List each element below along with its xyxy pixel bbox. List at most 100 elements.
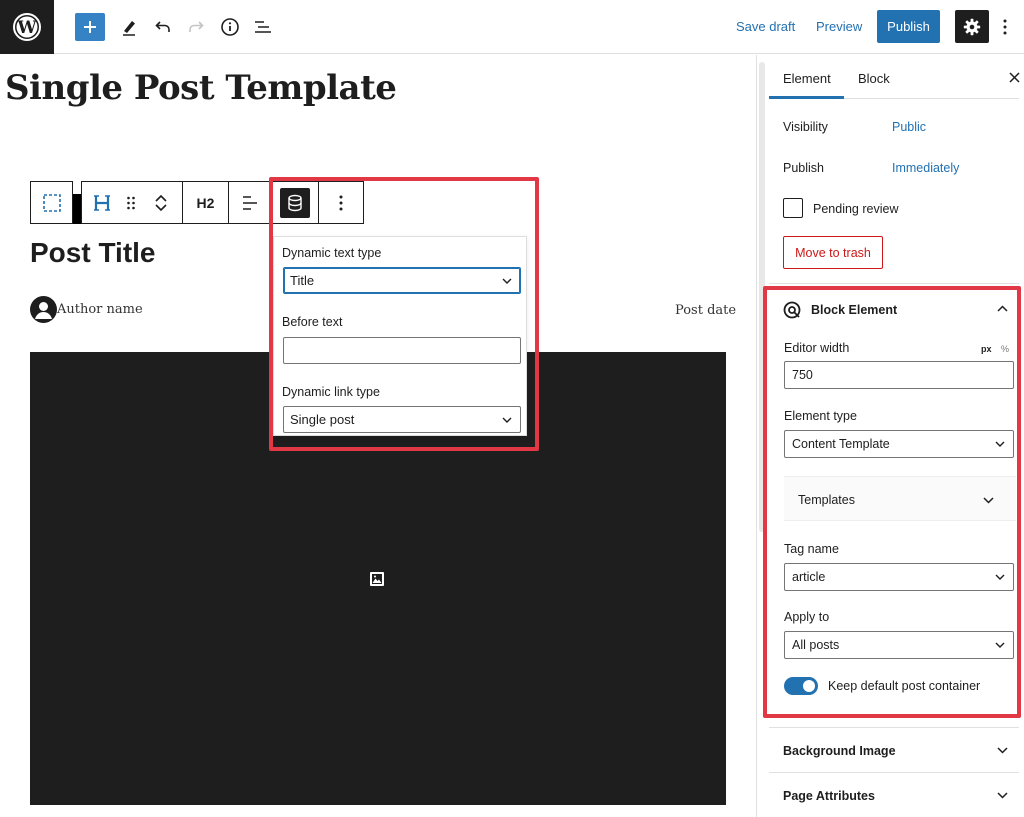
unit-percent-toggle[interactable]: % [1001,344,1009,354]
templates-panel-toggle[interactable]: Templates [784,476,1016,521]
keep-default-container-toggle[interactable] [784,677,818,695]
chevron-down-icon [983,497,994,504]
pencil-icon [123,21,135,36]
move-to-trash-button[interactable]: Move to trash [783,236,883,269]
chevron-down-icon [155,203,167,211]
sidebar-scrollbar[interactable] [759,62,765,532]
dynamic-data-popover: Dynamic text type Title Before text Dyna… [273,236,527,436]
publish-button[interactable]: Publish [877,10,940,43]
chevron-down-icon [995,642,1005,648]
post-title-heading[interactable]: Post Title [30,237,156,269]
editor-width-label: Editor width [784,341,850,355]
heading-level-button[interactable]: H2 [183,182,228,223]
block-element-title: Block Element [811,303,898,317]
block-toolbar: H2 [30,181,364,224]
svg-text:W: W [16,18,37,38]
user-icon [35,302,52,319]
dynamic-text-type-select[interactable]: Title [283,267,521,294]
drag-handle[interactable] [122,182,140,223]
redo-button[interactable] [181,13,211,41]
panel-divider [769,727,1019,728]
save-draft-button[interactable]: Save draft [736,19,795,34]
close-icon [1008,71,1020,83]
plus-icon [84,21,96,33]
move-buttons[interactable] [140,182,182,223]
add-block-button[interactable] [75,13,105,41]
info-icon [221,18,239,36]
settings-sidebar: Element Block Visibility Public Publish … [756,55,1024,817]
publish-date-toggle[interactable]: Immediately [892,161,959,175]
block-controls-group: H2 [81,181,364,224]
list-view-button[interactable] [248,13,278,41]
element-type-select[interactable]: Content Template [784,430,1014,458]
undo-icon [155,21,170,32]
page-attributes-title: Page Attributes [783,789,875,803]
pending-review-label[interactable]: Pending review [813,202,898,216]
apply-to-select[interactable]: All posts [784,631,1014,659]
panel-divider [769,283,1019,284]
templates-label: Templates [798,493,855,507]
more-vertical-icon [1003,19,1007,35]
apply-to-label: Apply to [784,610,830,624]
undo-button[interactable] [148,13,178,41]
details-button[interactable] [215,13,245,41]
unit-px-toggle[interactable]: px [981,344,992,354]
dynamic-data-button[interactable] [272,182,318,223]
align-button[interactable] [229,182,271,223]
tools-button[interactable] [114,13,144,41]
visibility-toggle[interactable]: Public [892,120,926,134]
gear-icon [963,18,981,35]
dynamic-text-type-value: Title [290,273,315,288]
select-parent-button[interactable] [31,182,72,223]
dynamic-data-button-bg [280,187,310,218]
image-icon [369,571,385,587]
block-type-button[interactable] [82,182,122,223]
dynamic-link-type-value: Single post [290,412,355,427]
chevron-down-icon [995,441,1005,447]
tag-name-value: article [792,570,826,584]
select-parent-group [30,181,73,224]
drag-handle-icon [127,196,135,209]
chevron-down-icon [502,417,512,423]
settings-button[interactable] [955,10,989,43]
author-name[interactable]: Author name [57,302,143,317]
publish-label: Publish [783,161,824,175]
author-row: Author name [30,296,143,323]
tab-block[interactable]: Block [858,71,890,86]
wordpress-icon: W [13,13,41,41]
element-type-label: Element type [784,409,857,423]
before-text-label: Before text [282,315,343,329]
tag-name-label: Tag name [784,542,839,556]
avatar [30,296,57,323]
toggle-knob [803,680,815,692]
container-select-icon [42,193,61,212]
close-sidebar-button[interactable] [1007,67,1021,87]
wordpress-logo-button[interactable]: W [0,0,54,54]
tag-name-select[interactable]: article [784,563,1014,591]
dynamic-text-type-label: Dynamic text type [282,246,382,260]
tab-element[interactable]: Element [783,71,831,86]
headline-block-icon [94,194,110,211]
editor-width-input[interactable]: 750 [784,361,1014,389]
chevron-down-icon [995,574,1005,580]
more-vertical-icon [339,195,343,210]
toolbar-gap [73,194,81,224]
before-text-input[interactable] [283,337,521,364]
editor-top-bar: W Save draft Preview Publish [0,0,1024,54]
block-options-button[interactable] [319,182,363,223]
pending-review-checkbox[interactable] [783,198,803,218]
dynamic-link-type-label: Dynamic link type [282,385,380,399]
panel-divider [769,772,1019,773]
options-button[interactable] [998,14,1012,40]
preview-button[interactable]: Preview [816,19,862,34]
post-date[interactable]: Post date [675,303,736,318]
redo-icon [189,21,204,32]
dynamic-link-type-select[interactable]: Single post [283,406,521,433]
chevron-down-icon [502,278,512,284]
apply-to-value: All posts [792,638,840,652]
visibility-label: Visibility [783,120,828,134]
background-image-title: Background Image [783,744,896,758]
sidebar-tabs: Element Block [769,55,1021,99]
document-title[interactable]: Single Post Template [5,68,397,108]
element-type-value: Content Template [792,437,890,451]
